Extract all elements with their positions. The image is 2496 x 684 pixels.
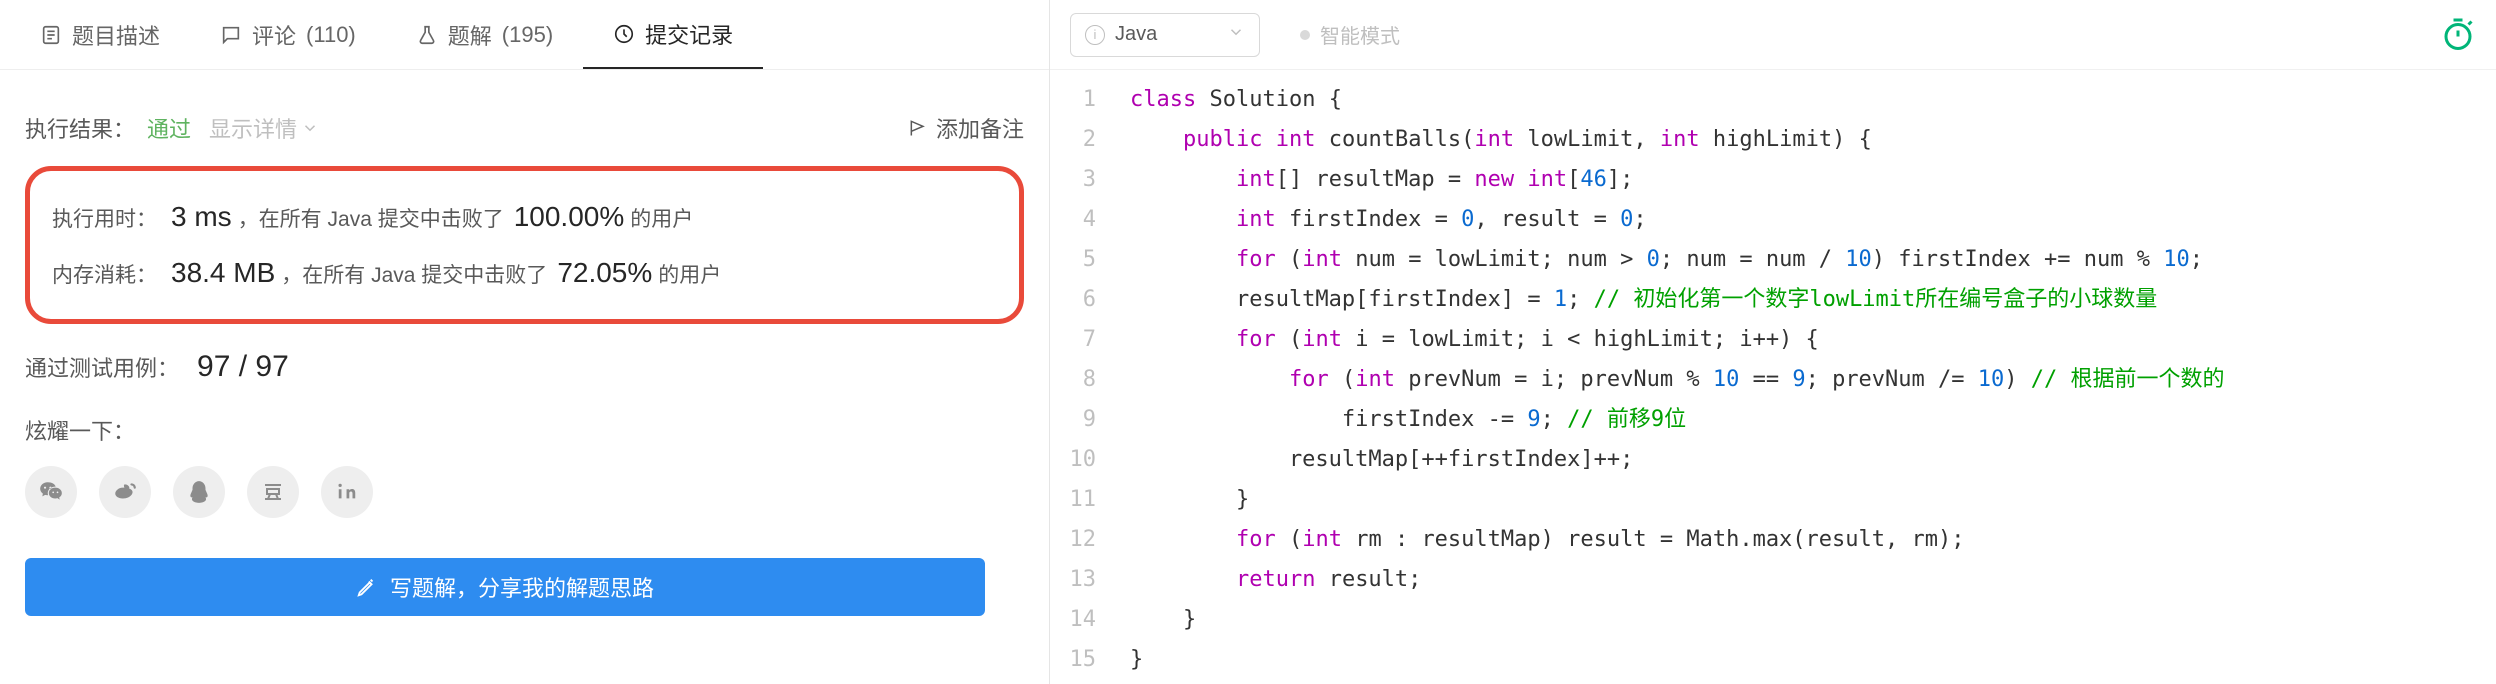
info-icon: i <box>1085 25 1105 45</box>
chevron-down-icon <box>301 119 319 137</box>
wechat-icon[interactable] <box>25 466 77 518</box>
add-note-link[interactable]: 添加备注 <box>908 112 1024 144</box>
tab-label: 评论 <box>252 19 296 51</box>
tab-label: 提交记录 <box>645 18 733 50</box>
code-editor[interactable]: 123456789101112131415 class Solution { p… <box>1050 70 2496 684</box>
clock-icon <box>613 23 635 45</box>
tab-comments[interactable]: 评论 (110) <box>190 0 386 69</box>
runtime-pct: 100.00% <box>514 201 625 233</box>
runtime-label: 执行用时： <box>52 203 157 233</box>
dot-icon <box>1300 30 1310 40</box>
tab-count: (110) <box>306 22 356 48</box>
qq-icon[interactable] <box>173 466 225 518</box>
show-detail-link[interactable]: 显示详情 <box>209 112 319 144</box>
flask-icon <box>416 24 438 46</box>
share-label: 炫耀一下： <box>25 414 1024 446</box>
tab-submissions[interactable]: 提交记录 <box>583 0 763 69</box>
tab-count: (195) <box>502 22 553 48</box>
chevron-down-icon <box>1227 23 1245 47</box>
description-icon <box>40 24 62 46</box>
smart-mode[interactable]: 智能模式 <box>1300 20 1400 49</box>
timer-icon[interactable] <box>2440 17 2476 53</box>
memory-pct: 72.05% <box>557 257 652 289</box>
tab-description[interactable]: 题目描述 <box>10 0 190 69</box>
tab-label: 题解 <box>448 19 492 51</box>
editor-header: i Java 智能模式 <box>1050 0 2496 70</box>
tab-label: 题目描述 <box>72 19 160 51</box>
result-label: 执行结果： <box>25 112 135 144</box>
code-area[interactable]: class Solution { public int countBalls(i… <box>1110 70 2496 684</box>
douban-icon[interactable] <box>247 466 299 518</box>
tab-solutions[interactable]: 题解 (195) <box>386 0 583 69</box>
language-select[interactable]: i Java <box>1070 13 1260 57</box>
language-value: Java <box>1115 23 1157 46</box>
testcase-row: 通过测试用例： 97 / 97 <box>25 350 1024 384</box>
status-pass: 通过 <box>147 112 191 144</box>
result-panel: 执行结果： 通过 显示详情 添加备注 执行用时： 3 ms ，在所有 Java … <box>0 70 1049 636</box>
tabs: 题目描述 评论 (110) 题解 (195) 提交记录 <box>0 0 1049 70</box>
pencil-icon <box>356 576 378 598</box>
share-icons <box>25 466 1024 518</box>
testcase-value: 97 / 97 <box>197 350 289 384</box>
memory-label: 内存消耗： <box>52 259 157 289</box>
memory-row: 内存消耗： 38.4 MB ，在所有 Java 提交中击败了 72.05% 的用… <box>52 245 997 301</box>
memory-value: 38.4 MB <box>171 257 275 289</box>
line-gutter: 123456789101112131415 <box>1050 70 1110 684</box>
weibo-icon[interactable] <box>99 466 151 518</box>
runtime-row: 执行用时： 3 ms ，在所有 Java 提交中击败了 100.00% 的用户 <box>52 189 997 245</box>
testcase-label: 通过测试用例： <box>25 351 179 383</box>
write-solution-button[interactable]: 写题解，分享我的解题思路 <box>25 558 985 616</box>
flag-icon <box>908 118 928 138</box>
right-panel: i Java 智能模式 123456789101112131415 class … <box>1050 0 2496 684</box>
linkedin-icon[interactable] <box>321 466 373 518</box>
left-panel: 题目描述 评论 (110) 题解 (195) 提交记录 执行结果： 通过 <box>0 0 1050 684</box>
runtime-value: 3 ms <box>171 201 232 233</box>
metrics-box: 执行用时： 3 ms ，在所有 Java 提交中击败了 100.00% 的用户 … <box>25 166 1024 324</box>
comments-icon <box>220 24 242 46</box>
